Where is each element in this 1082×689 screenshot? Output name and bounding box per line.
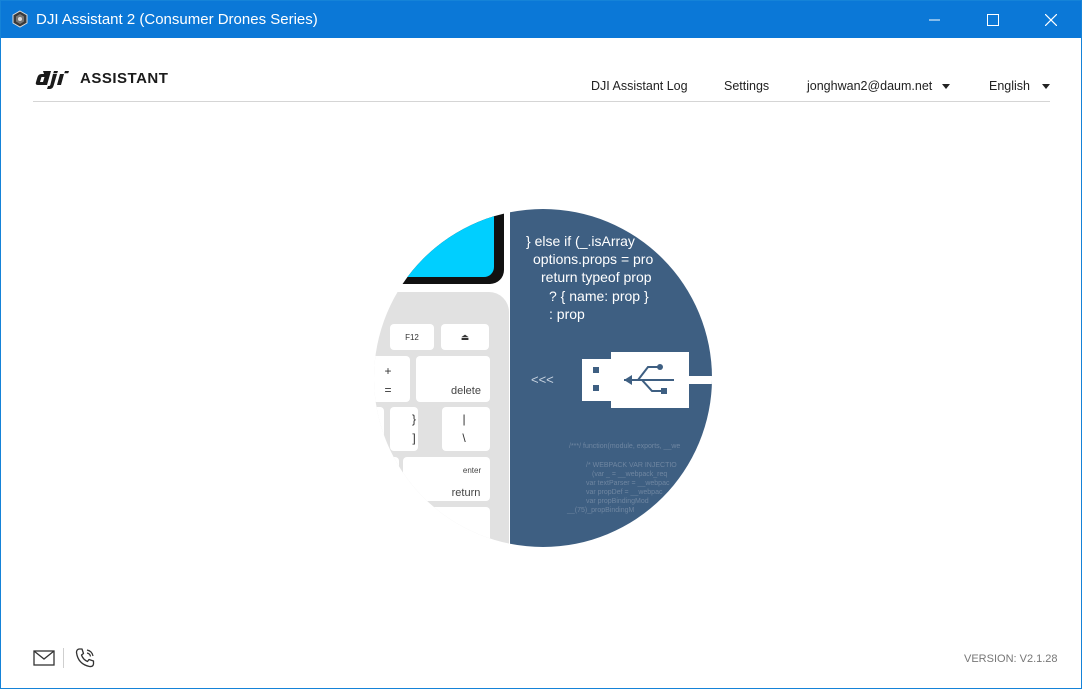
small-code-line: var textParser = __webpac [586, 480, 670, 487]
key-eject: ⏏ [461, 332, 470, 342]
key-equals: = [384, 383, 391, 397]
maximize-button[interactable] [964, 1, 1022, 38]
language-dropdown[interactable]: English [989, 79, 1030, 93]
user-account-dropdown[interactable]: jonghwan2@daum.net [807, 79, 932, 93]
maximize-icon [987, 13, 999, 26]
logo-text: ASSISTANT [80, 70, 169, 87]
small-code-line: (var _ = __webpack_req [592, 471, 667, 478]
version-label: VERSION: V2.1.28 [964, 653, 1058, 665]
footer-divider [63, 648, 64, 668]
code-line: return typeof prop [541, 269, 652, 285]
code-line: ? { name: prop } [549, 288, 649, 304]
key-plus: + [384, 364, 391, 378]
key-enter: enter [463, 466, 482, 475]
app-window: DJI Assistant 2 (Consumer Drones Series)… [0, 0, 1082, 689]
minimize-icon [929, 19, 940, 20]
dji-app-icon [12, 10, 28, 28]
connect-device-illustration: F12 ⏏ + = delete } ] | \ enter return } … [374, 209, 712, 547]
title-bar[interactable]: DJI Assistant 2 (Consumer Drones Series) [1, 1, 1081, 38]
small-code-line: /* WEBPACK VAR INJECTIO [586, 462, 677, 469]
window-title: DJI Assistant 2 (Consumer Drones Series) [36, 11, 318, 28]
close-icon [1045, 13, 1057, 26]
small-code-line: var propBindingMod [586, 498, 649, 505]
arrow-indicator: <<< [531, 372, 554, 387]
small-code-line: /***/ function(module, exports, __we [569, 443, 680, 450]
header-divider [33, 101, 1050, 102]
key-brace: } [412, 412, 416, 426]
code-line: } else if (_.isArray [526, 233, 635, 249]
chevron-down-icon[interactable] [942, 84, 950, 89]
key-bracket: ] [412, 431, 415, 445]
nav-dji-assistant-log[interactable]: DJI Assistant Log [591, 79, 688, 93]
small-code-line: __(75)_propBindingM [566, 507, 634, 514]
key-delete: delete [451, 385, 481, 397]
laptop-screen [374, 209, 494, 277]
key-pipe: | [462, 412, 465, 426]
close-button[interactable] [1022, 1, 1080, 38]
key-return: return [452, 487, 481, 499]
code-line: options.props = pro [533, 251, 653, 267]
mail-icon[interactable] [33, 650, 55, 666]
code-line: : prop [549, 306, 585, 322]
key-f12: F12 [405, 333, 419, 342]
small-code-line: var propDef = __webpac [586, 489, 663, 496]
dji-logo [35, 71, 69, 89]
nav-settings[interactable]: Settings [724, 79, 769, 93]
minimize-button[interactable] [906, 1, 964, 38]
chevron-down-icon[interactable] [1042, 84, 1050, 89]
phone-icon[interactable] [74, 647, 96, 669]
